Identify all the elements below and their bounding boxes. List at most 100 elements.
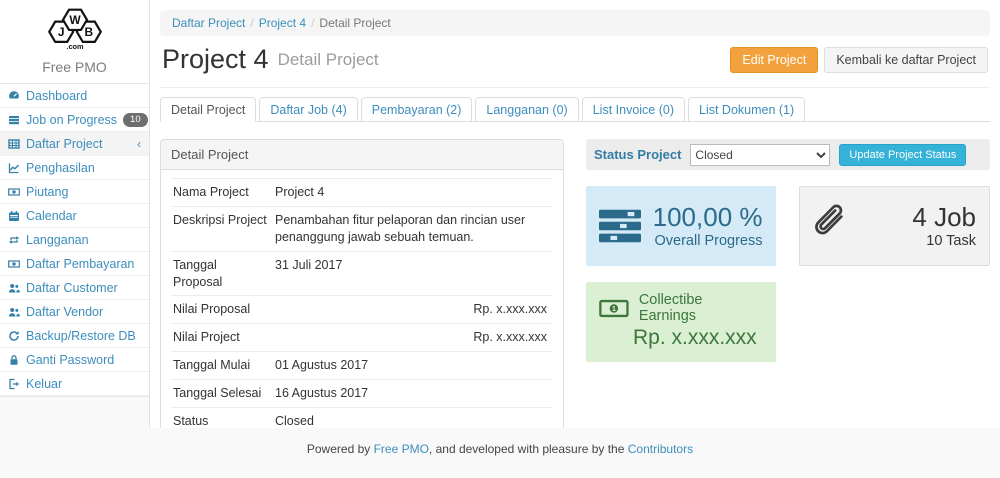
sidebar-item-backup-restore-db[interactable]: Backup/Restore DB bbox=[0, 324, 149, 348]
tab-pembayaran[interactable]: Pembayaran (2) bbox=[361, 97, 473, 122]
sidebar-item-daftar-pembayaran[interactable]: Daftar Pembayaran bbox=[0, 252, 149, 276]
sidebar-item-ganti-password[interactable]: Ganti Password bbox=[0, 348, 149, 372]
tasks-icon bbox=[599, 209, 641, 243]
free-pmo-link[interactable]: Free PMO bbox=[374, 442, 429, 456]
row-label: Nilai Project bbox=[171, 324, 273, 352]
refresh-icon bbox=[8, 330, 20, 342]
table-row: Nama Project Project 4 bbox=[171, 179, 553, 207]
breadcrumb-current: Detail Project bbox=[319, 16, 390, 30]
sidebar-item-label: Keluar bbox=[26, 377, 62, 391]
contributors-link[interactable]: Contributors bbox=[628, 442, 693, 456]
table-row: Tanggal Mulai 01 Agustus 2017 bbox=[171, 352, 553, 380]
svg-text:J: J bbox=[57, 25, 64, 39]
tab-langganan[interactable]: Langganan (0) bbox=[475, 97, 578, 122]
edit-project-button[interactable]: Edit Project bbox=[730, 47, 818, 73]
row-label: Tanggal Selesai bbox=[171, 380, 273, 408]
collectible-earnings-box: 1 Collectibe Earnings Rp. x.xxx.xxx bbox=[586, 282, 776, 362]
status-project-bar: Status Project Closed Update Project Sta… bbox=[586, 139, 990, 170]
tab-list-dokumen[interactable]: List Dokumen (1) bbox=[688, 97, 805, 122]
sidebar-item-penghasilan[interactable]: Penghasilan bbox=[0, 156, 149, 180]
sidebar-item-dashboard[interactable]: Dashboard bbox=[0, 84, 149, 108]
progress-label: Overall Progress bbox=[653, 233, 763, 249]
status-column: Status Project Closed Update Project Sta… bbox=[586, 139, 990, 474]
job-count-badge: 10 bbox=[123, 113, 148, 127]
row-label: Deskripsi Project bbox=[171, 206, 273, 251]
breadcrumb-link-project-4[interactable]: Project 4 bbox=[259, 16, 306, 30]
svg-text:.com: .com bbox=[66, 42, 84, 51]
page-title: Project 4 bbox=[162, 44, 269, 75]
breadcrumb-link-daftar-project[interactable]: Daftar Project bbox=[172, 16, 245, 30]
tasks-icon bbox=[8, 114, 20, 126]
retweet-icon bbox=[8, 234, 20, 246]
row-value: 01 Agustus 2017 bbox=[273, 352, 553, 380]
sidebar: J B W .com Free PMO Dashboard bbox=[0, 0, 150, 428]
earnings-label: Collectibe Earnings bbox=[639, 292, 763, 324]
money-icon bbox=[8, 258, 20, 270]
sidebar-item-daftar-vendor[interactable]: Daftar Vendor bbox=[0, 300, 149, 324]
tab-list-invoice[interactable]: List Invoice (0) bbox=[582, 97, 685, 122]
users-icon bbox=[8, 306, 20, 318]
breadcrumb: Daftar Project/Project 4/Detail Project bbox=[160, 10, 990, 36]
brand-name: Free PMO bbox=[0, 57, 149, 83]
tab-bar: Detail Project Daftar Job (4) Pembayaran… bbox=[160, 97, 990, 122]
line-chart-icon bbox=[8, 162, 20, 174]
sidebar-item-label: Daftar Customer bbox=[26, 281, 118, 295]
sidebar-item-label: Job on Progress bbox=[26, 113, 117, 127]
back-to-list-button[interactable]: Kembali ke daftar Project bbox=[824, 47, 988, 73]
sidebar-item-keluar[interactable]: Keluar bbox=[0, 372, 149, 396]
row-value: Rp. x.xxx.xxx bbox=[273, 296, 553, 324]
paperclip-icon bbox=[813, 203, 849, 249]
row-label: Tanggal Mulai bbox=[171, 352, 273, 380]
app-window: J B W .com Free PMO Dashboard bbox=[0, 0, 1000, 428]
job-count-box: 4 Job 10 Task bbox=[799, 186, 991, 266]
money-icon bbox=[8, 186, 20, 198]
row-value: Rp. x.xxx.xxx bbox=[273, 324, 553, 352]
sidebar-item-label: Piutang bbox=[26, 185, 68, 199]
sidebar-item-label: Daftar Pembayaran bbox=[26, 257, 134, 271]
table-row: Nilai Proposal Rp. x.xxx.xxx bbox=[171, 296, 553, 324]
lock-icon bbox=[8, 354, 20, 366]
row-value: 31 Juli 2017 bbox=[273, 251, 553, 296]
svg-text:W: W bbox=[69, 13, 81, 27]
row-label: Nama Project bbox=[171, 179, 273, 207]
svg-text:1: 1 bbox=[612, 304, 616, 313]
sidebar-item-label: Daftar Vendor bbox=[26, 305, 103, 319]
breadcrumb-separator: / bbox=[245, 16, 258, 30]
sidebar-item-calendar[interactable]: Calendar bbox=[0, 204, 149, 228]
tab-detail-project[interactable]: Detail Project bbox=[160, 97, 256, 122]
main-content: Daftar Project/Project 4/Detail Project … bbox=[150, 0, 1000, 428]
chevron-left-icon: ‹ bbox=[137, 137, 141, 151]
page-header: Project 4 Detail Project Edit Project Ke… bbox=[162, 44, 988, 75]
overall-progress-box: 100,00 % Overall Progress bbox=[586, 186, 776, 266]
detail-column: Detail Project Nama Project Project 4 De… bbox=[160, 139, 564, 474]
money-icon: 1 bbox=[599, 298, 629, 319]
sidebar-header: J B W .com Free PMO Dashboard bbox=[0, 0, 149, 397]
jwb-hexagon-logo-icon: J B W .com bbox=[38, 6, 112, 52]
header-buttons: Edit Project Kembali ke daftar Project bbox=[730, 47, 988, 73]
sidebar-item-piutang[interactable]: Piutang bbox=[0, 180, 149, 204]
tab-daftar-job[interactable]: Daftar Job (4) bbox=[259, 97, 357, 122]
header-divider bbox=[160, 87, 990, 88]
table-icon bbox=[8, 138, 20, 150]
svg-text:B: B bbox=[84, 25, 93, 39]
progress-value: 100,00 % bbox=[653, 203, 763, 233]
earnings-value: Rp. x.xxx.xxx bbox=[599, 326, 763, 350]
sidebar-item-label: Ganti Password bbox=[26, 353, 114, 367]
status-select[interactable]: Closed bbox=[690, 144, 830, 166]
row-label: Nilai Proposal bbox=[171, 296, 273, 324]
sidebar-item-label: Langganan bbox=[26, 233, 89, 247]
sign-out-icon bbox=[8, 378, 20, 390]
sidebar-item-job-on-progress[interactable]: Job on Progress 10 bbox=[0, 108, 149, 132]
dashboard-icon bbox=[8, 90, 20, 102]
update-status-button[interactable]: Update Project Status bbox=[839, 144, 966, 166]
sidebar-item-daftar-customer[interactable]: Daftar Customer bbox=[0, 276, 149, 300]
sidebar-item-label: Calendar bbox=[26, 209, 77, 223]
sidebar-item-daftar-project[interactable]: Daftar Project ‹ bbox=[0, 132, 149, 156]
users-icon bbox=[8, 282, 20, 294]
sidebar-item-langganan[interactable]: Langganan bbox=[0, 228, 149, 252]
panel-title: Detail Project bbox=[161, 140, 563, 170]
table-row: Deskripsi Project Penambahan fitur pelap… bbox=[171, 206, 553, 251]
sidebar-item-label: Dashboard bbox=[26, 89, 87, 103]
breadcrumb-separator: / bbox=[306, 16, 319, 30]
sidebar-item-label: Daftar Project bbox=[26, 137, 102, 151]
